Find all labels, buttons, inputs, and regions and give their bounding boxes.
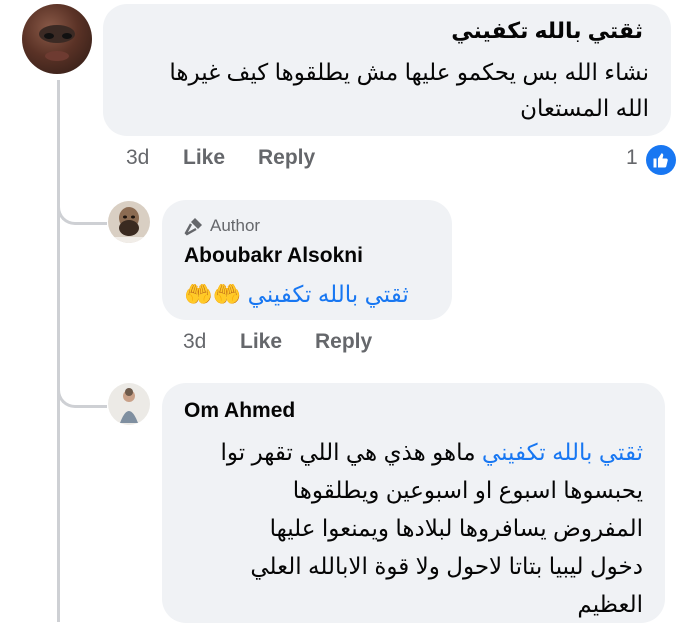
avatar[interactable] xyxy=(22,4,92,74)
reply-bubble: Author Aboubakr Alsokni ثقتي بالله تكفين… xyxy=(162,200,452,320)
reply-text-line: العظيم xyxy=(577,591,643,617)
like-thumb-icon[interactable] xyxy=(646,145,676,175)
reaction-count[interactable]: 1 xyxy=(626,146,638,170)
avatar[interactable] xyxy=(108,383,150,425)
thread-connector-2 xyxy=(57,378,107,408)
mention-link[interactable]: ثقتي بالله تكفيني xyxy=(482,439,643,465)
reply-bubble: Om Ahmed ثقتي بالله تكفيني ماهو هذي هي ا… xyxy=(162,383,665,623)
comment-actions: 3d Like Reply 1 xyxy=(0,145,696,176)
reply-actions: 3d Like Reply xyxy=(0,330,696,360)
emoji-text: 🤲🤲 xyxy=(184,281,242,307)
mention-link[interactable]: ثقتي بالله تكفيني xyxy=(248,281,409,307)
comment-text-line: الله المستعان xyxy=(520,95,649,121)
reply-time[interactable]: 3d xyxy=(183,330,206,354)
comment-text: نشاء الله بس يحكمو عليها مش يطلقوها كيف … xyxy=(109,54,649,126)
microphone-icon xyxy=(184,216,204,236)
thread-connector-1 xyxy=(57,195,107,225)
reply-text-line: دخول ليبيا بتاتا لاحول ولا قوة الابالله … xyxy=(250,553,643,579)
comment-text-line: نشاء الله بس يحكمو عليها مش يطلقوها كيف … xyxy=(169,59,649,85)
comment-bubble: ثقتي بالله تكفيني نشاء الله بس يحكمو علي… xyxy=(103,4,671,136)
like-button[interactable]: Like xyxy=(240,330,282,354)
comment-author-name[interactable]: ثقتي بالله تكفيني xyxy=(451,18,643,44)
reply-button[interactable]: Reply xyxy=(258,146,315,170)
author-badge-label: Author xyxy=(210,216,261,235)
author-badge: Author xyxy=(184,216,260,236)
reply-author-name[interactable]: Aboubakr Alsokni xyxy=(184,244,363,268)
reply-text: ثقتي بالله تكفيني 🤲🤲 xyxy=(184,276,430,312)
reply-button[interactable]: Reply xyxy=(315,330,372,354)
reply-author-name[interactable]: Om Ahmed xyxy=(184,399,295,423)
reply-text-line: المفروض يسافروها لبلادها ويمنعوا عليها xyxy=(269,515,643,541)
comment-time[interactable]: 3d xyxy=(126,146,149,170)
reply-text-line: يحبسوها اسبوع او اسبوعين ويطلقوها xyxy=(292,477,643,503)
like-button[interactable]: Like xyxy=(183,146,225,170)
reply-text: ثقتي بالله تكفيني ماهو هذي هي اللي تقهر … xyxy=(173,433,643,623)
avatar[interactable] xyxy=(108,201,150,243)
reply-text-line: ثقتي بالله تكفيني ماهو هذي هي اللي تقهر … xyxy=(220,439,643,465)
